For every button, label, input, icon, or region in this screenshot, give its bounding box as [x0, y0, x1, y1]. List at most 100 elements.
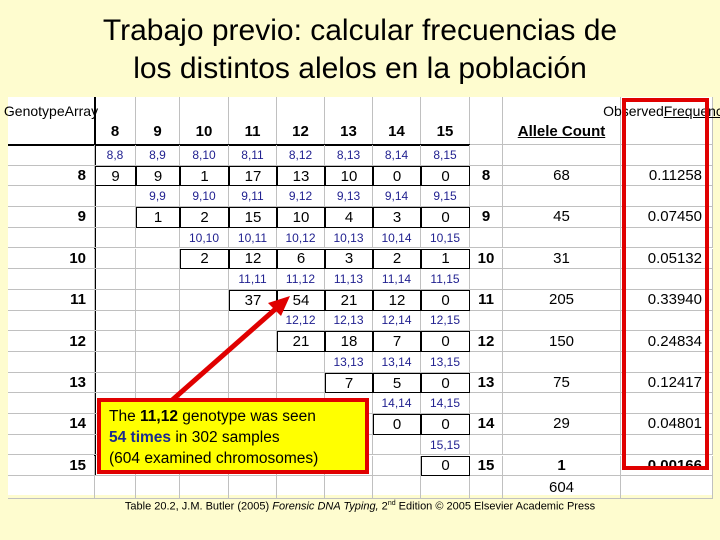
empty-cell	[373, 455, 421, 477]
corner-header: Genotype Array	[4, 97, 98, 145]
frequency-header: ObservedFrequency	[603, 97, 720, 145]
empty-cell	[503, 393, 621, 415]
total-allele-count: 604	[503, 476, 621, 499]
empty-cell	[503, 269, 621, 290]
column-header: 9	[136, 97, 180, 145]
observed-frequency: 0.04801	[621, 414, 713, 435]
genotype-label: 12,14	[373, 310, 421, 332]
empty-cell	[229, 372, 277, 394]
genotype-label: 13,14	[373, 352, 421, 373]
empty-cell	[470, 393, 503, 415]
genotype-count: 0	[421, 207, 470, 228]
genotype-label: 10,13	[325, 227, 373, 249]
freq-header-line-2: Frequency	[663, 103, 720, 119]
empty-cell	[136, 227, 180, 249]
genotype-count: 37	[229, 289, 277, 311]
allele-label: 9	[470, 207, 503, 228]
genotype-count: 21	[325, 289, 373, 311]
empty-cell	[95, 186, 136, 208]
empty-cell	[136, 289, 180, 311]
genotype-count: 2	[180, 248, 229, 270]
empty-cell	[621, 476, 713, 499]
genotype-label: 8,8	[95, 145, 136, 166]
genotype-count: 4	[325, 207, 373, 228]
allele-label: 8	[470, 165, 503, 187]
genotype-count: 12	[373, 289, 421, 311]
genotype-label: 9,9	[136, 186, 180, 208]
row-spacer	[8, 186, 95, 208]
genotype-label: 8,14	[373, 145, 421, 166]
freq-header-line-1: Observed	[603, 103, 664, 119]
column-header: 8	[95, 97, 136, 145]
genotype-count: 1	[421, 248, 470, 270]
genotype-count: 21	[277, 331, 325, 352]
empty-cell	[470, 310, 503, 332]
genotype-label: 9,10	[180, 186, 229, 208]
allele-label: 12	[470, 331, 503, 352]
genotype-label: 11,12	[277, 269, 325, 290]
allele-count: 1	[503, 455, 621, 477]
genotype-label: 14,15	[421, 393, 470, 415]
title-line-1: Trabajo previo: calcular frecuencias de	[102, 14, 618, 47]
row-spacer	[8, 227, 95, 249]
genotype-count: 2	[373, 248, 421, 270]
empty-cell	[325, 476, 373, 499]
genotype-label: 8,15	[421, 145, 470, 166]
empty-cell	[95, 269, 136, 290]
observed-frequency: 0.05132	[621, 248, 713, 270]
empty-cell	[8, 476, 95, 499]
genotype-count: 7	[373, 331, 421, 352]
row-spacer	[8, 145, 95, 166]
genotype-count: 5	[373, 372, 421, 394]
blank-header	[470, 97, 503, 145]
allele-count: 45	[503, 207, 621, 228]
empty-cell	[421, 476, 470, 499]
genotype-count: 17	[229, 165, 277, 187]
slide-title: Trabajo previo: calcular frecuencias de …	[0, 12, 720, 88]
empty-cell	[470, 227, 503, 249]
empty-cell	[277, 372, 325, 394]
empty-cell	[180, 352, 229, 373]
genotype-label: 14,14	[373, 393, 421, 415]
genotype-label: 8,11	[229, 145, 277, 166]
empty-cell	[503, 352, 621, 373]
empty-cell	[229, 310, 277, 332]
allele-label: 10	[470, 248, 503, 270]
genotype-count: 0	[421, 165, 470, 187]
empty-cell	[470, 186, 503, 208]
callout-line-3: (604 examined chromosomes)	[109, 450, 319, 467]
genotype-label: 11,15	[421, 269, 470, 290]
genotype-count: 6	[277, 248, 325, 270]
empty-cell	[136, 269, 180, 290]
empty-cell	[621, 145, 713, 166]
empty-cell	[95, 207, 136, 228]
genotype-label: 10,14	[373, 227, 421, 249]
row-spacer	[8, 269, 95, 290]
empty-cell	[621, 393, 713, 415]
empty-cell	[470, 352, 503, 373]
source-caption: Table 20.2, J.M. Butler (2005) Forensic …	[124, 500, 596, 513]
allele-count: 31	[503, 248, 621, 270]
observed-frequency: 0.24834	[621, 331, 713, 352]
column-header: 11	[229, 97, 277, 145]
genotype-label: 9,13	[325, 186, 373, 208]
callout-box: The 11,12 genotype was seen 54 times in …	[97, 398, 369, 474]
observed-frequency: 0.11258	[621, 165, 713, 187]
genotype-label: 12,15	[421, 310, 470, 332]
empty-cell	[136, 372, 180, 394]
row-label: 11	[8, 289, 95, 311]
empty-cell	[373, 434, 421, 456]
empty-cell	[180, 372, 229, 394]
empty-cell	[229, 352, 277, 373]
column-header: 12	[277, 97, 325, 145]
row-label: 13	[8, 372, 95, 394]
genotype-count: 0	[421, 455, 470, 477]
allele-count: 150	[503, 331, 621, 352]
empty-cell	[277, 476, 325, 499]
genotype-count: 0	[421, 331, 470, 352]
genotype-count: 1	[180, 165, 229, 187]
genotype-label: 13,15	[421, 352, 470, 373]
empty-cell	[470, 476, 503, 499]
empty-cell	[95, 227, 136, 249]
allele-count: 68	[503, 165, 621, 187]
